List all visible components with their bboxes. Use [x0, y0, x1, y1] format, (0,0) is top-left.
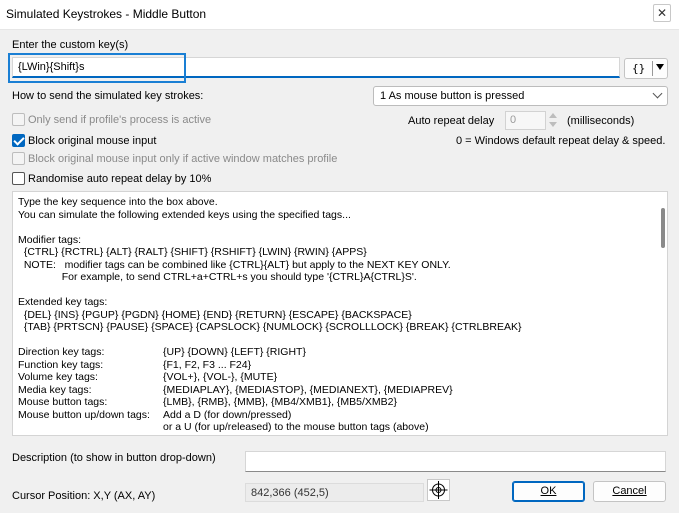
help-line	[18, 221, 648, 234]
cursor-position-value: 842,366 (452,5)	[251, 487, 329, 499]
dropdown-arrow-icon[interactable]	[656, 64, 664, 70]
help-line: {TAB} {PRTSCN} {PAUSE} {SPACE} {CAPSLOCK…	[18, 321, 648, 334]
send-mode-select[interactable]: 1 As mouse button is pressed	[373, 86, 668, 106]
close-button[interactable]: ✕	[653, 4, 671, 22]
help-line: Extended key tags:	[18, 296, 648, 309]
auto-repeat-value: 0	[510, 114, 517, 126]
help-line-detail: {UP} {DOWN} {LEFT} {RIGHT}	[163, 346, 306, 358]
description-label: Description (to show in button drop-down…	[12, 452, 216, 464]
help-line: or a U (for up/released) to the mouse bu…	[18, 421, 648, 434]
crosshair-picker[interactable]	[427, 479, 450, 501]
help-line-text: NOTE: modifier tags can be combined like…	[18, 258, 451, 271]
crosshair-icon	[429, 481, 448, 499]
repeat-delay-note: 0 = Windows default repeat delay & speed…	[456, 135, 666, 147]
braces-icon: {}	[632, 62, 646, 75]
help-line-text: {DEL} {INS} {PGUP} {PGDN} {HOME} {END} {…	[18, 308, 412, 321]
auto-repeat-label: Auto repeat delay	[408, 115, 495, 127]
help-line-detail: {MEDIAPLAY}, {MEDIASTOP}, {MEDIANEXT}, {…	[163, 383, 453, 396]
help-line: NOTE: modifier tags can be combined like…	[18, 259, 648, 272]
close-icon: ✕	[656, 6, 668, 20]
description-input[interactable]	[245, 451, 666, 472]
help-line-text: Media key tags:	[18, 383, 92, 396]
help-line-detail: {LMB}, {RMB}, {MMB}, {MB4/XMB1}, {MB5/XM…	[163, 396, 398, 408]
help-line: Modifier tags:	[18, 234, 648, 247]
custom-key-label: Enter the custom key(s)	[12, 39, 129, 51]
auto-repeat-input[interactable]: 0	[505, 111, 546, 130]
ok-button[interactable]: OK	[512, 481, 585, 502]
help-line: Mouse button up/down tags: Add a D (for d…	[18, 409, 648, 422]
cursor-position-field: 842,366 (452,5)	[245, 483, 424, 502]
help-line-text: Extended key tags:	[18, 296, 108, 308]
help-line-detail: {F1, F2, F3 ... F24}	[163, 358, 252, 371]
block-mouse-input-label: Block original mouse input	[28, 135, 157, 147]
spin-down-icon[interactable]	[549, 122, 557, 127]
send-mode-value: 1 As mouse button is pressed	[380, 90, 525, 102]
block-if-matches-checkbox[interactable]	[12, 152, 25, 165]
help-line	[18, 284, 648, 297]
only-send-active-label: Only send if profile's process is active	[28, 114, 212, 126]
help-line: Media key tags: {MEDIAPLAY}, {MEDIASTOP},…	[18, 384, 648, 397]
randomise-delay-checkbox[interactable]	[12, 172, 25, 185]
randomise-delay-label: Randomise auto repeat delay by 10%	[28, 173, 212, 185]
cancel-button[interactable]: Cancel	[593, 481, 666, 502]
only-send-active-checkbox[interactable]	[12, 113, 25, 126]
block-if-matches-label: Block original mouse input only if activ…	[28, 153, 338, 165]
cancel-button-label: Cancel	[612, 485, 647, 497]
help-line-text: Direction key tags:	[18, 346, 105, 358]
spin-up-icon[interactable]	[549, 113, 557, 118]
auto-repeat-spinner[interactable]	[547, 111, 559, 130]
help-line: For example, to send CTRL+a+CTRL+s you s…	[18, 271, 648, 284]
help-line-text: Function key tags:	[18, 358, 104, 371]
help-line: Volume key tags: {VOL+}, {VOL-}, {MUTE}	[18, 371, 648, 384]
help-line-text: For example, to send CTRL+a+CTRL+s you s…	[18, 271, 417, 283]
custom-key-input[interactable]	[12, 57, 620, 78]
help-text-box[interactable]: Type the key sequence into the box above…	[12, 191, 668, 436]
split-divider	[652, 61, 653, 76]
title-bar: Simulated Keystrokes - Middle Button ✕	[0, 0, 679, 30]
help-line: {CTRL} {RCTRL} {ALT} {RALT} {SHIFT} {RSH…	[18, 246, 648, 259]
help-line: Function key tags: {F1, F2, F3 ... F24}	[18, 359, 648, 372]
help-line-text: Mouse button up/down tags:	[18, 408, 150, 421]
help-line-text: {TAB} {PRTSCN} {PAUSE} {SPACE} {CAPSLOCK…	[18, 321, 522, 333]
help-line-text: Mouse button tags:	[18, 396, 108, 408]
insert-tag-button[interactable]: {}	[624, 58, 668, 79]
chevron-down-icon	[652, 88, 663, 99]
help-line: {DEL} {INS} {PGUP} {PGDN} {HOME} {END} {…	[18, 309, 648, 322]
block-mouse-input-checkbox[interactable]	[12, 134, 25, 147]
help-line-detail: or a U (for up/released) to the mouse bu…	[163, 421, 429, 433]
help-line: Type the key sequence into the box above…	[18, 196, 648, 209]
help-line-detail: Add a D (for down/pressed)	[163, 408, 292, 421]
help-line: Mouse button tags: {LMB}, {RMB}, {MMB}, {…	[18, 396, 648, 409]
help-line-text: Modifier tags:	[18, 233, 82, 246]
help-text: Type the key sequence into the box above…	[18, 196, 648, 434]
send-mode-label: How to send the simulated key strokes:	[12, 90, 204, 102]
help-line: You can simulate the following extended …	[18, 209, 648, 222]
help-line-text: Type the key sequence into the box above…	[18, 196, 218, 208]
help-line-text: You can simulate the following extended …	[18, 208, 351, 221]
ok-button-label: OK	[540, 485, 557, 497]
help-line-text: {CTRL} {RCTRL} {ALT} {RALT} {SHIFT} {RSH…	[18, 246, 367, 258]
help-line: Direction key tags: {UP} {DOWN} {LEFT} {R…	[18, 346, 648, 359]
help-line	[18, 334, 648, 347]
window-title: Simulated Keystrokes - Middle Button	[6, 7, 207, 21]
help-line-text: Volume key tags:	[18, 371, 98, 383]
cursor-position-label: Cursor Position: X,Y (AX, AY)	[12, 490, 156, 502]
milliseconds-label: (milliseconds)	[567, 115, 635, 127]
help-line-detail: {VOL+}, {VOL-}, {MUTE}	[163, 371, 278, 383]
help-scrollbar[interactable]	[661, 208, 665, 248]
